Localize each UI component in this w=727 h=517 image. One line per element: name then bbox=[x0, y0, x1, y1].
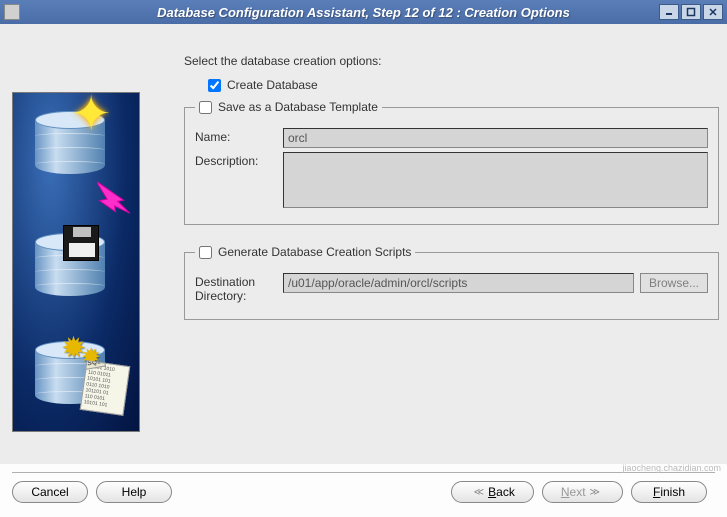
template-description-label: Description: bbox=[195, 152, 283, 168]
create-database-option: Create Database bbox=[208, 78, 719, 92]
back-button-rest: ack bbox=[496, 485, 515, 499]
template-name-input[interactable] bbox=[283, 128, 708, 148]
cancel-button[interactable]: Cancel bbox=[12, 481, 88, 503]
prompt-text: Select the database creation options: bbox=[184, 54, 719, 68]
window-titlebar: Database Configuration Assistant, Step 1… bbox=[0, 0, 727, 24]
wizard-sidebar-image: ✦ ✹ ✹ SQL 01101 1010110 0101110101 10101… bbox=[12, 92, 140, 432]
main-panel: Select the database creation options: Cr… bbox=[140, 32, 719, 464]
app-icon bbox=[4, 4, 20, 20]
generate-scripts-legend: Generate Database Creation Scripts bbox=[218, 245, 411, 259]
help-button[interactable]: Help bbox=[96, 481, 172, 503]
button-bar: Cancel Help ≪ Back Next ≫ Finish bbox=[0, 477, 727, 507]
destination-directory-label: Destination Directory: bbox=[195, 273, 283, 303]
arrow-icon bbox=[97, 175, 140, 219]
save-template-legend: Save as a Database Template bbox=[218, 100, 378, 114]
floppy-disk-icon bbox=[63, 225, 99, 261]
next-button[interactable]: Next ≫ bbox=[542, 481, 623, 503]
minimize-button[interactable] bbox=[659, 4, 679, 20]
finish-button[interactable]: Finish bbox=[631, 481, 707, 503]
save-template-group: Save as a Database Template Name: Descri… bbox=[184, 100, 719, 225]
browse-button[interactable]: Browse... bbox=[640, 273, 708, 293]
save-template-checkbox[interactable] bbox=[199, 101, 212, 114]
close-button[interactable] bbox=[703, 4, 723, 20]
generate-scripts-checkbox[interactable] bbox=[199, 246, 212, 259]
create-database-checkbox[interactable] bbox=[208, 79, 221, 92]
back-arrow-icon: ≪ bbox=[474, 487, 484, 498]
destination-directory-input[interactable] bbox=[283, 273, 634, 293]
generate-scripts-group: Generate Database Creation Scripts Desti… bbox=[184, 245, 719, 320]
template-name-label: Name: bbox=[195, 128, 283, 144]
template-description-textarea[interactable] bbox=[283, 152, 708, 208]
separator bbox=[12, 472, 715, 473]
watermark-text: jiaocheng.chazidian.com bbox=[622, 463, 721, 473]
window-title: Database Configuration Assistant, Step 1… bbox=[0, 5, 727, 20]
window-controls bbox=[659, 4, 723, 20]
back-button[interactable]: ≪ Back bbox=[451, 481, 534, 503]
sql-script-icon: SQL 01101 1010110 0101110101 1010110 101… bbox=[80, 360, 131, 416]
sparkle-icon: ✦ bbox=[71, 98, 105, 132]
create-database-label: Create Database bbox=[227, 78, 318, 92]
next-arrow-icon: ≫ bbox=[590, 487, 600, 498]
content-area: ✦ ✹ ✹ SQL 01101 1010110 0101110101 10101… bbox=[0, 24, 727, 464]
maximize-button[interactable] bbox=[681, 4, 701, 20]
